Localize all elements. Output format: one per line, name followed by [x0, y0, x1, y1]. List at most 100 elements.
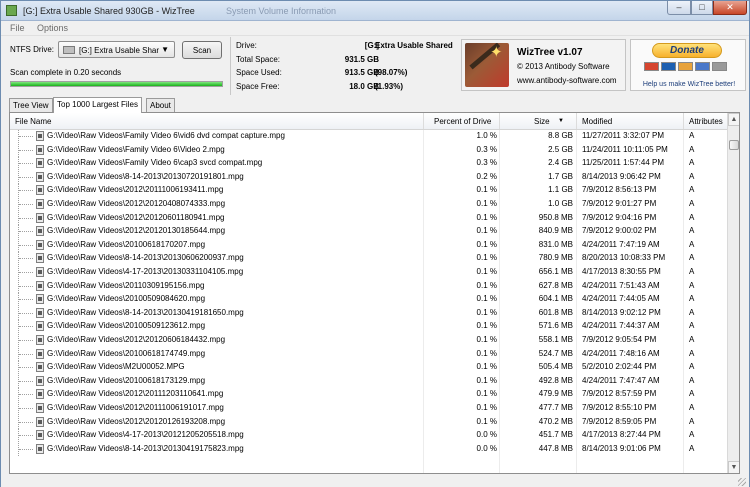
donate-panel: Donate Help us make WizTree better! [630, 39, 746, 91]
file-icon [36, 375, 44, 386]
file-icon [36, 430, 44, 441]
close-button[interactable]: ✕ [713, 1, 747, 15]
app-icon [6, 5, 17, 16]
app-version: WizTree v1.07 [517, 47, 583, 58]
table-row[interactable]: G:\Video\Raw Videos\2012\20120606184432.… [10, 334, 727, 347]
column-percent-of-drive[interactable]: Percent of Drive [434, 117, 491, 126]
scroll-thumb[interactable] [729, 140, 739, 150]
table-row[interactable]: G:\Video\Raw Videos\20100618173129.mpg 0.… [10, 374, 727, 388]
table-row[interactable]: G:\Video\Raw Videos\2012\20111006193411.… [10, 184, 727, 198]
table-row[interactable]: G:\Video\Raw Videos\8-14-2013\2013060620… [10, 252, 727, 266]
file-name-cell: G:\Video\Raw Videos\Family Video 6\cap3 … [47, 158, 263, 168]
tree-connector [18, 130, 35, 143]
table-row[interactable]: G:\Video\Raw Videos\2012\20120130185644.… [10, 225, 727, 239]
tab-tree-view[interactable]: Tree View [9, 98, 53, 112]
table-row[interactable]: G:\Video\Raw Videos\2012\20120601180941.… [10, 211, 727, 225]
file-name-cell: G:\Video\Raw Videos\8-14-2013\2013072019… [47, 171, 244, 181]
table-row[interactable]: G:\Video\Raw Videos\4-17-2013\2012120520… [10, 429, 727, 443]
menu-file[interactable]: File [10, 23, 25, 33]
space-used-value: 913.5 GB [344, 68, 379, 77]
percent-cell: 0.1 % [476, 321, 497, 331]
vertical-scrollbar[interactable]: ▲ ▼ [727, 113, 739, 473]
title-bar[interactable]: [G:] Extra Usable Shared 930GB - WizTree… [1, 1, 749, 21]
scroll-down-button[interactable]: ▼ [728, 461, 739, 473]
file-name-cell: G:\Video\Raw Videos\2012\20120130185644.… [47, 226, 226, 236]
window-title: [G:] Extra Usable Shared 930GB - WizTree [23, 6, 195, 16]
column-file-name[interactable]: File Name [15, 117, 51, 126]
tree-connector [18, 402, 35, 415]
column-size[interactable]: Size [534, 117, 550, 126]
background-window-title: System Volume Information [226, 6, 337, 16]
table-row[interactable]: G:\Video\Raw Videos\2012\20111203110641.… [10, 388, 727, 402]
file-name-cell: G:\Video\Raw Videos\20100618170207.mpg [47, 239, 206, 249]
table-row[interactable]: G:\Video\Raw Videos\2012\20120408074333.… [10, 198, 727, 211]
space-free-label: Space Free: [236, 82, 280, 91]
file-name-cell: G:\Video\Raw Videos\20100509123612.mpg [47, 321, 206, 331]
table-row[interactable]: G:\Video\Raw Videos\20100618174749.mpg 0.… [10, 347, 727, 361]
attributes-cell: A [689, 267, 695, 276]
column-attributes[interactable]: Attributes [689, 117, 723, 126]
tab-top-1000-largest-files[interactable]: Top 1000 Largest Files [53, 97, 142, 113]
table-row[interactable]: G:\Video\Raw Videos\8-14-2013\2013041918… [10, 306, 727, 320]
attributes-cell: A [689, 239, 695, 249]
column-modified[interactable]: Modified [582, 117, 612, 126]
modified-cell: 4/17/2013 8:27:44 PM [582, 430, 661, 440]
scan-button[interactable]: Scan [182, 41, 222, 59]
table-row[interactable]: G:\Video\Raw Videos\Family Video 6\vid6 … [10, 130, 727, 143]
tab-about[interactable]: About [146, 98, 175, 112]
attributes-cell: A [689, 375, 695, 385]
table-row[interactable]: G:\Video\Raw Videos\M2U00052.MPG 0.1 % 505… [10, 361, 727, 375]
chevron-down-icon[interactable]: ▼ [161, 45, 169, 54]
file-name-cell: G:\Video\Raw Videos\2012\20120601180941.… [47, 212, 225, 222]
table-row[interactable]: G:\Video\Raw Videos\20110309195156.mpg 0.… [10, 279, 727, 293]
table-row[interactable]: G:\Video\Raw Videos\Family Video 6\Video… [10, 143, 727, 157]
attributes-cell: A [689, 430, 695, 440]
tree-connector [18, 347, 35, 361]
maximize-button[interactable]: □ [691, 1, 713, 15]
table-row[interactable]: G:\Video\Raw Videos\Family Video 6\cap3 … [10, 157, 727, 171]
website-link[interactable]: www.antibody-software.com [517, 76, 617, 85]
space-used-label: Space Used: [236, 68, 282, 77]
file-name-cell: G:\Video\Raw Videos\20110309195156.mpg [47, 280, 205, 290]
tree-connector [18, 334, 35, 347]
drive-name: Extra Usable Shared [375, 41, 453, 50]
attributes-cell: A [689, 403, 695, 412]
attributes-cell: A [689, 280, 695, 290]
size-cell: 840.9 MB [538, 226, 573, 236]
menu-options[interactable]: Options [37, 23, 68, 33]
table-row[interactable]: G:\Video\Raw Videos\20100509123612.mpg 0.… [10, 320, 727, 334]
tree-connector [18, 306, 35, 320]
resize-grip[interactable] [738, 478, 746, 486]
size-cell: 470.2 MB [538, 416, 573, 426]
donate-button[interactable]: Donate [652, 43, 722, 58]
percent-cell: 0.1 % [476, 403, 497, 412]
file-icon [36, 267, 44, 277]
modified-cell: 8/14/2013 9:06:42 PM [582, 171, 661, 181]
table-row[interactable]: G:\Video\Raw Videos\2012\20120126193208.… [10, 415, 727, 429]
scan-progress-fill [11, 82, 222, 86]
table-row[interactable]: G:\Video\Raw Videos\4-17-2013\2013033110… [10, 266, 727, 279]
file-icon [36, 212, 44, 223]
table-row[interactable]: G:\Video\Raw Videos\20100509084620.mpg 0.… [10, 293, 727, 307]
percent-cell: 0.1 % [476, 185, 497, 195]
scroll-up-button[interactable]: ▲ [728, 113, 739, 126]
wiztree-logo-icon: ✦ [465, 43, 509, 87]
file-icon [36, 144, 44, 155]
percent-cell: 0.1 % [476, 212, 497, 222]
table-row[interactable]: G:\Video\Raw Videos\8-14-2013\2013072019… [10, 170, 727, 184]
minimize-button[interactable]: – [667, 1, 691, 15]
space-used-percent: (98.07%) [375, 68, 408, 77]
percent-cell: 0.1 % [476, 335, 497, 344]
table-row[interactable]: G:\Video\Raw Videos\8-14-2013\2013041917… [10, 442, 727, 456]
percent-cell: 0.1 % [476, 253, 497, 263]
size-cell: 950.8 MB [538, 212, 573, 222]
attributes-cell: A [689, 362, 695, 372]
drive-select[interactable]: [G:] Extra Usable Shar ▼ [58, 41, 175, 58]
table-row[interactable]: G:\Video\Raw Videos\20100618170207.mpg 0.… [10, 238, 727, 252]
file-icon [36, 171, 44, 182]
percent-cell: 0.3 % [476, 144, 497, 154]
size-cell: 447.8 MB [538, 443, 573, 453]
file-name-cell: G:\Video\Raw Videos\8-14-2013\2013041918… [47, 307, 244, 317]
percent-cell: 0.1 % [476, 199, 497, 208]
table-row[interactable]: G:\Video\Raw Videos\2012\20111006191017.… [10, 402, 727, 415]
